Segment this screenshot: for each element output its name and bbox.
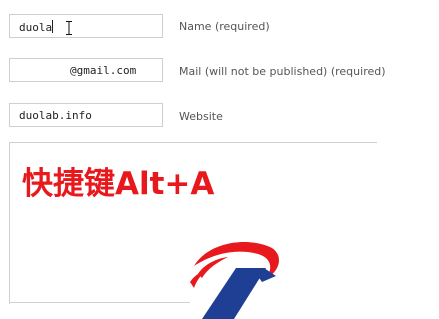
name-input-value: duola <box>19 21 53 34</box>
duolab-logo-icon <box>190 242 279 319</box>
comment-textarea-border <box>9 302 190 303</box>
mail-input-value: @gmail.com <box>70 64 137 77</box>
name-input[interactable]: duola <box>9 14 163 38</box>
text-caret <box>52 20 54 33</box>
text-cursor-icon <box>66 21 72 35</box>
website-input[interactable]: duolab.info <box>9 103 163 127</box>
shortcut-watermark-text: 快捷键Alt+A <box>22 166 215 202</box>
mail-label: Mail (will not be published) (required) <box>179 65 386 78</box>
website-input-value: duolab.info <box>19 109 92 122</box>
mail-input[interactable]: @gmail.com <box>9 58 163 82</box>
website-label: Website <box>179 110 223 123</box>
name-label: Name (required) <box>179 20 270 33</box>
